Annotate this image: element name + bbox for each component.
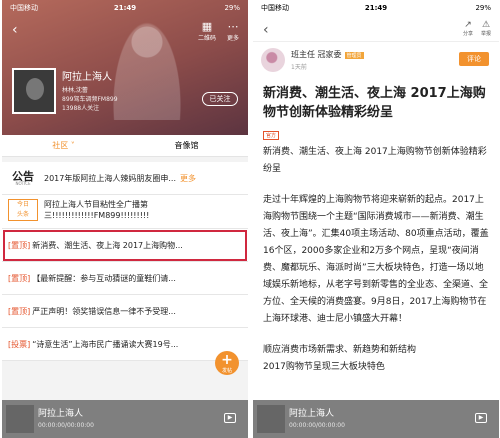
post-title: 严正声明！领奖错误信息一律不予受理...: [32, 306, 176, 316]
post-time: 1天前: [291, 64, 307, 71]
notice-text: 2017年版阿拉上海人辣妈朋友圈申...: [44, 173, 176, 183]
report-icon: ⚠: [481, 20, 491, 30]
comment-button[interactable]: 评论: [459, 52, 489, 66]
today-line1: 今日: [16, 201, 29, 208]
notice-more-link[interactable]: 更多: [180, 173, 196, 184]
more-button[interactable]: ⋯ 更多: [224, 20, 242, 42]
post-row[interactable]: [投票] “诗意生活”上海市民广播诵读大赛19号...: [2, 328, 248, 361]
notice-badge-title: 公告: [12, 169, 34, 183]
article-title: 新消费、潮生活、夜上海 2017上海购物节创新体验精彩纷呈: [263, 86, 486, 120]
headline-text: 阿拉上海人节目粘性全广播第三!!!!!!!!!!!!!FM899!!!!!!!!…: [44, 200, 150, 220]
post-title: 新消费、潮生活、夜上海 2017上海购物...: [32, 240, 183, 250]
share-label: 分享: [462, 31, 473, 37]
post-row-highlighted[interactable]: [置顶] 新消费、潮生活、夜上海 2017上海购物...: [2, 229, 248, 262]
qr-label: 二维码: [198, 35, 217, 42]
tab-media[interactable]: 音像馆: [125, 135, 248, 156]
article-body: 新消费、潮生活、夜上海 2017上海购物节创新体验精彩纷呈 官方 新消费、潮生活…: [253, 84, 499, 376]
station-avatar[interactable]: [12, 68, 56, 114]
play-icon[interactable]: ▶: [475, 413, 487, 423]
mini-player[interactable]: 阿拉上海人 00:00:00/00:00:00 ▶: [253, 400, 499, 438]
back-arrow-icon[interactable]: ‹: [12, 22, 18, 38]
station-header: 中国移动 21:49 29% ‹ ▦ 二维码 ⋯ 更多 阿拉上海人 林林,沈蕾 …: [2, 0, 248, 135]
share-button[interactable]: ↗ 分享: [463, 20, 473, 37]
author-name-text: 班主任 冠家委: [291, 50, 342, 59]
carrier-label: 中国移动: [10, 4, 38, 12]
right-phone-screen: 中国移动 21:49 29% ‹ ↗ 分享 ⚠ 举报 班主任 冠家委 管理员 1天…: [253, 0, 499, 438]
player-time: 00:00:00/00:00:00: [289, 422, 345, 429]
today-headline-badge: 今日 头条: [8, 199, 38, 221]
article-paragraph: 2017购物节呈现三大板块特色: [263, 362, 385, 372]
player-title: 阿拉上海人: [38, 409, 84, 419]
battery-label: 29%: [224, 4, 241, 12]
post-feed: 公告 NOTICE 2017年版阿拉上海人辣妈朋友圈申... 更多 今日 头条 …: [2, 162, 248, 361]
today-line2: 头条: [16, 211, 29, 218]
article-summary: 新消费、潮生活、夜上海 2017上海购物节创新体验精彩纷呈: [263, 147, 487, 174]
header-actions: ▦ 二维码 ⋯ 更多: [198, 20, 242, 42]
tab-community[interactable]: 社区 ˅: [2, 135, 125, 156]
report-button[interactable]: ⚠ 举报: [481, 20, 491, 37]
plus-icon: +: [221, 352, 233, 368]
report-label: 举报: [480, 31, 491, 37]
station-followers: 13988人关注: [62, 105, 100, 112]
share-icon: ↗: [464, 20, 472, 30]
new-post-button[interactable]: + 发帖: [215, 351, 239, 375]
post-title: “诗意生活”上海市民广播诵读大赛19号...: [32, 339, 179, 349]
author-row: 班主任 冠家委 管理员 1天前 评论: [253, 42, 499, 82]
status-bar: 中国移动 21:49 29%: [253, 0, 499, 16]
role-badge: 管理员: [344, 52, 364, 59]
pinned-tag: [置顶]: [8, 273, 31, 283]
player-thumbnail: [6, 405, 34, 433]
pinned-tag: [置顶]: [8, 306, 31, 316]
station-frequency: 899驾车调频FM899: [62, 96, 118, 103]
author-avatar[interactable]: [261, 48, 285, 72]
vote-tag: [投票]: [8, 339, 31, 349]
play-icon[interactable]: ▶: [224, 413, 236, 423]
notice-row[interactable]: 公告 NOTICE 2017年版阿拉上海人辣妈朋友圈申... 更多: [2, 162, 248, 195]
back-arrow-icon[interactable]: ‹: [263, 22, 269, 38]
article-actions: ↗ 分享 ⚠ 举报: [463, 20, 491, 37]
section-tabs: 社区 ˅ 音像馆: [2, 135, 248, 157]
station-meta: 林林,沈蕾 899驾车调频FM899 13988人关注: [62, 86, 118, 113]
player-time: 00:00:00/00:00:00: [38, 422, 94, 429]
station-hosts: 林林,沈蕾: [62, 87, 88, 94]
qr-icon: ▦: [201, 20, 213, 33]
status-bar: 中国移动 21:49 29%: [2, 0, 248, 16]
station-name: 阿拉上海人: [62, 72, 112, 83]
article-paragraph: 走过十年辉煌的上海购物节将迎来崭新的起点。2017上海购物节围绕一个主题“国际消…: [263, 195, 489, 324]
official-badge: 官方: [263, 131, 280, 140]
headline-row[interactable]: 今日 头条 阿拉上海人节目粘性全广播第三!!!!!!!!!!!!!FM899!!…: [2, 195, 248, 229]
player-thumbnail: [257, 405, 285, 433]
background-silhouette: [112, 20, 182, 120]
mini-player[interactable]: 阿拉上海人 00:00:00/00:00:00 ▶: [2, 400, 248, 438]
tab-community-label: 社区: [52, 141, 69, 150]
follow-button[interactable]: 已关注: [202, 92, 238, 106]
carrier-label: 中国移动: [261, 4, 289, 12]
new-post-label: 发帖: [221, 368, 232, 374]
article-topbar: ‹ ↗ 分享 ⚠ 举报: [253, 16, 499, 42]
clock: 21:49: [364, 4, 388, 12]
battery-label: 29%: [475, 4, 492, 12]
article-paragraph: 顺应消费市场新需求、新趋势和新结构: [263, 345, 417, 355]
left-phone-screen: 中国移动 21:49 29% ‹ ▦ 二维码 ⋯ 更多 阿拉上海人 林林,沈蕾 …: [2, 0, 248, 438]
post-row[interactable]: [置顶] 【最新提醒：参与互动猜谜的童鞋们请...: [2, 262, 248, 295]
more-icon: ⋯: [227, 20, 239, 33]
post-row[interactable]: [置顶] 严正声明！领奖错误信息一律不予受理...: [2, 295, 248, 328]
player-title: 阿拉上海人: [289, 409, 335, 419]
more-label: 更多: [226, 35, 239, 42]
clock: 21:49: [113, 4, 137, 12]
pinned-tag: [置顶]: [8, 240, 31, 250]
post-title: 【最新提醒：参与互动猜谜的童鞋们请...: [32, 273, 176, 283]
notice-badge: 公告 NOTICE: [8, 171, 38, 186]
author-name[interactable]: 班主任 冠家委 管理员: [291, 49, 364, 60]
qr-code-button[interactable]: ▦ 二维码: [198, 20, 216, 42]
